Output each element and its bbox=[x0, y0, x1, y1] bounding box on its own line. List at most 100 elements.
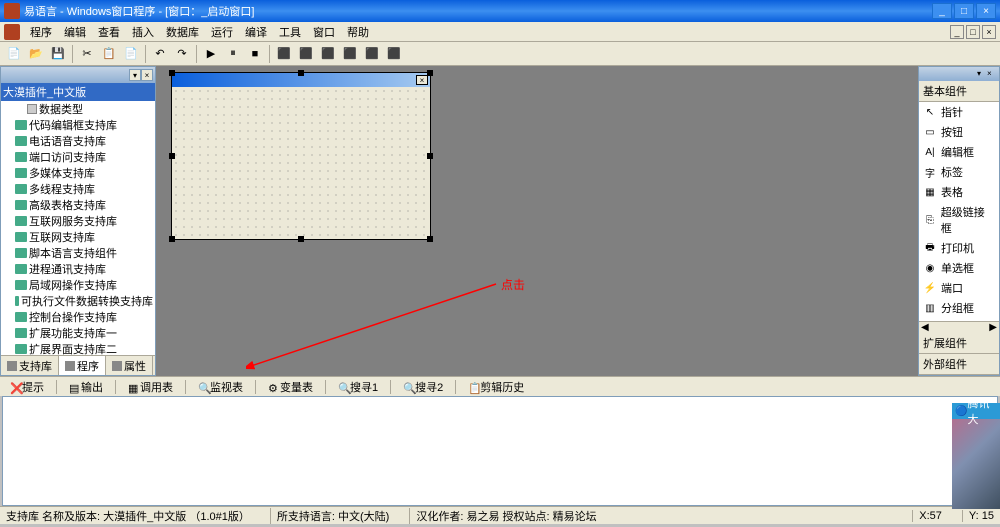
resize-handle-s[interactable] bbox=[298, 236, 304, 242]
toolbox-item[interactable]: 🖶打印机 bbox=[919, 238, 999, 258]
tb-open-icon[interactable]: 📂 bbox=[26, 44, 46, 64]
tb-align-center-icon[interactable]: ⬛ bbox=[296, 44, 316, 64]
toolbox-item[interactable]: ⎘超级链接框 bbox=[919, 202, 999, 238]
resize-handle-nw[interactable] bbox=[169, 70, 175, 76]
tree-node[interactable]: 高级表格支持库 bbox=[1, 197, 155, 213]
menu-database[interactable]: 数据库 bbox=[160, 22, 205, 42]
tb-redo-icon[interactable]: ↷ bbox=[172, 44, 192, 64]
tree-node[interactable]: 控制台操作支持库 bbox=[1, 309, 155, 325]
resize-handle-ne[interactable] bbox=[427, 70, 433, 76]
folder-icon bbox=[27, 104, 37, 114]
tb-paste-icon[interactable]: 📄 bbox=[121, 44, 141, 64]
tree-node[interactable]: 代码编辑框支持库 bbox=[1, 117, 155, 133]
resize-handle-n[interactable] bbox=[298, 70, 304, 76]
tree-node[interactable]: 互联网支持库 bbox=[1, 229, 155, 245]
designer-close-icon[interactable]: × bbox=[416, 75, 428, 85]
tree-node[interactable]: 局域网操作支持库 bbox=[1, 277, 155, 293]
menu-insert[interactable]: 插入 bbox=[126, 22, 160, 42]
annotation-arrow-icon bbox=[246, 276, 506, 376]
toolbox-item[interactable]: ↖指针 bbox=[919, 102, 999, 122]
tb-align-bottom-icon[interactable]: ⬛ bbox=[384, 44, 404, 64]
tb-align-right-icon[interactable]: ⬛ bbox=[318, 44, 338, 64]
output-area[interactable] bbox=[2, 396, 998, 506]
menu-window[interactable]: 窗口 bbox=[307, 22, 341, 42]
menu-program[interactable]: 程序 bbox=[24, 22, 58, 42]
resize-handle-se[interactable] bbox=[427, 236, 433, 242]
menu-help[interactable]: 帮助 bbox=[341, 22, 375, 42]
scroll-right-icon[interactable]: ▶ bbox=[989, 322, 997, 333]
tb-copy-icon[interactable]: 📋 bbox=[99, 44, 119, 64]
tree-node[interactable]: 扩展界面支持库二 bbox=[1, 341, 155, 355]
tb-save-icon[interactable]: 💾 bbox=[48, 44, 68, 64]
toolbox-item[interactable]: 字标签 bbox=[919, 162, 999, 182]
tree-node[interactable]: 互联网服务支持库 bbox=[1, 213, 155, 229]
toolbox-item[interactable]: ▥分组框 bbox=[919, 298, 999, 318]
minimize-button[interactable]: _ bbox=[932, 3, 952, 19]
outtab-output[interactable]: ▤输出 bbox=[63, 377, 109, 397]
scroll-left-icon[interactable]: ◀ bbox=[921, 322, 929, 333]
toolbox-item[interactable]: ◉单选框 bbox=[919, 258, 999, 278]
tree-node[interactable]: 多线程支持库 bbox=[1, 181, 155, 197]
designer-grid-body[interactable] bbox=[172, 87, 430, 239]
outtab-vars[interactable]: ⚙变量表 bbox=[262, 377, 319, 397]
toolbox-close-icon[interactable]: × bbox=[987, 69, 997, 79]
resize-handle-sw[interactable] bbox=[169, 236, 175, 242]
left-panel-pin-icon[interactable]: ▾ bbox=[129, 69, 141, 81]
left-panel-close-icon[interactable]: × bbox=[141, 69, 153, 81]
library-tree[interactable]: 大漠插件_中文版 数据类型 代码编辑框支持库电话语音支持库端口访问支持库多媒体支… bbox=[1, 83, 155, 355]
mdi-close-button[interactable]: × bbox=[982, 25, 996, 39]
design-canvas[interactable]: × 点击 bbox=[156, 66, 918, 376]
tree-node[interactable]: 多媒体支持库 bbox=[1, 165, 155, 181]
left-panel: ▾ × 大漠插件_中文版 数据类型 代码编辑框支持库电话语音支持库端口访问支持库… bbox=[0, 66, 156, 376]
resize-handle-e[interactable] bbox=[427, 153, 433, 159]
toolbox-category-external[interactable]: 外部组件 bbox=[919, 354, 999, 375]
designer-window[interactable]: × bbox=[171, 72, 431, 240]
menu-compile[interactable]: 编译 bbox=[239, 22, 273, 42]
menu-tools[interactable]: 工具 bbox=[273, 22, 307, 42]
tree-node[interactable]: 脚本语言支持组件 bbox=[1, 245, 155, 261]
toolbox-item[interactable]: A|编辑框 bbox=[919, 142, 999, 162]
tb-run-icon[interactable]: ▶ bbox=[201, 44, 221, 64]
outtab-hint[interactable]: ❌提示 bbox=[4, 377, 50, 397]
tb-new-icon[interactable]: 📄 bbox=[4, 44, 24, 64]
tree-node[interactable]: 端口访问支持库 bbox=[1, 149, 155, 165]
mdi-restore-button[interactable]: □ bbox=[966, 25, 980, 39]
toolbox-category-basic[interactable]: 基本组件 bbox=[919, 81, 999, 102]
toolbox-category-ext[interactable]: 扩展组件 bbox=[919, 333, 999, 354]
outtab-calltable[interactable]: ▦调用表 bbox=[122, 377, 179, 397]
tb-pause-icon[interactable]: ⏸ bbox=[223, 44, 243, 64]
outtab-search2[interactable]: 🔍搜寻2 bbox=[397, 377, 449, 397]
tb-cut-icon[interactable]: ✂ bbox=[77, 44, 97, 64]
mdi-minimize-button[interactable]: _ bbox=[950, 25, 964, 39]
toolbox-item[interactable]: ⚡端口 bbox=[919, 278, 999, 298]
outtab-clipboard[interactable]: 📋剪辑历史 bbox=[462, 377, 530, 397]
tab-support-lib[interactable]: 支持库 bbox=[1, 356, 59, 375]
tb-align-left-icon[interactable]: ⬛ bbox=[274, 44, 294, 64]
resize-handle-w[interactable] bbox=[169, 153, 175, 159]
menu-run[interactable]: 运行 bbox=[205, 22, 239, 42]
outtab-search1[interactable]: 🔍搜寻1 bbox=[332, 377, 384, 397]
tb-align-middle-icon[interactable]: ⬛ bbox=[362, 44, 382, 64]
toolbox-pin-icon[interactable]: ▾ bbox=[977, 69, 987, 79]
tree-node[interactable]: 电话语音支持库 bbox=[1, 133, 155, 149]
tb-undo-icon[interactable]: ↶ bbox=[150, 44, 170, 64]
left-tabs: 支持库 程序 属性 bbox=[1, 355, 155, 375]
tree-node[interactable]: 扩展功能支持库一 bbox=[1, 325, 155, 341]
tab-properties[interactable]: 属性 bbox=[106, 356, 153, 375]
menu-view[interactable]: 查看 bbox=[92, 22, 126, 42]
tab-program[interactable]: 程序 bbox=[59, 356, 106, 375]
tree-root-selected[interactable]: 大漠插件_中文版 bbox=[1, 83, 155, 101]
outtab-watch[interactable]: 🔍监视表 bbox=[192, 377, 249, 397]
tb-stop-icon[interactable]: ■ bbox=[245, 44, 265, 64]
tb-align-top-icon[interactable]: ⬛ bbox=[340, 44, 360, 64]
tree-datatype-node[interactable]: 数据类型 bbox=[1, 101, 155, 117]
menu-edit[interactable]: 编辑 bbox=[58, 22, 92, 42]
maximize-button[interactable]: □ bbox=[954, 3, 974, 19]
tencent-popup[interactable]: 🔵腾讯大 bbox=[952, 403, 1000, 509]
tree-node[interactable]: 进程通讯支持库 bbox=[1, 261, 155, 277]
toolbox-item[interactable]: ▭按钮 bbox=[919, 122, 999, 142]
toolbox-item[interactable]: ▦表格 bbox=[919, 182, 999, 202]
tree-node[interactable]: 可执行文件数据转换支持库 bbox=[1, 293, 155, 309]
close-button[interactable]: × bbox=[976, 3, 996, 19]
lib-icon bbox=[15, 120, 27, 130]
